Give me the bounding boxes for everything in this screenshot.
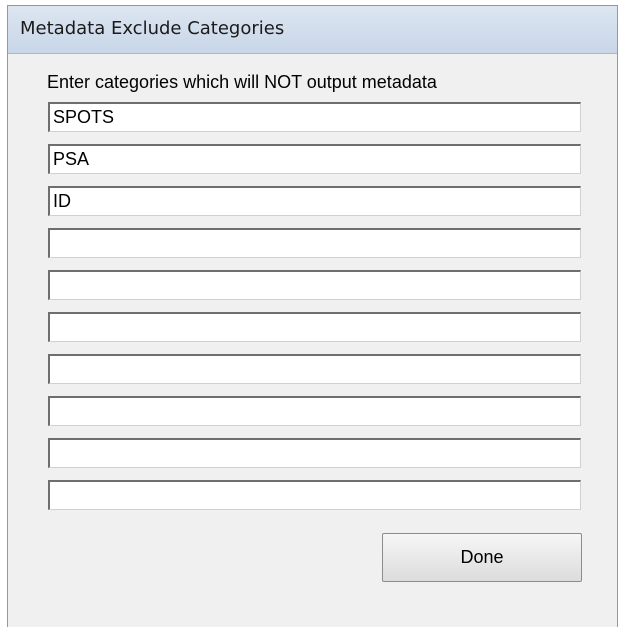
instruction-label: Enter categories which will NOT output m… bbox=[47, 72, 437, 92]
category-field-7[interactable] bbox=[48, 354, 581, 384]
category-field-10[interactable] bbox=[48, 480, 581, 510]
category-field-1[interactable] bbox=[48, 102, 581, 132]
category-field-9[interactable] bbox=[48, 438, 581, 468]
category-field-4[interactable] bbox=[48, 228, 581, 258]
category-field-8[interactable] bbox=[48, 396, 581, 426]
category-field-6[interactable] bbox=[48, 312, 581, 342]
category-field-5[interactable] bbox=[48, 270, 581, 300]
category-field-3[interactable] bbox=[48, 186, 581, 216]
title-bar[interactable]: Metadata Exclude Categories bbox=[8, 6, 617, 54]
category-field-2[interactable] bbox=[48, 144, 581, 174]
done-button[interactable]: Done bbox=[382, 533, 582, 582]
window-title: Metadata Exclude Categories bbox=[20, 18, 285, 39]
